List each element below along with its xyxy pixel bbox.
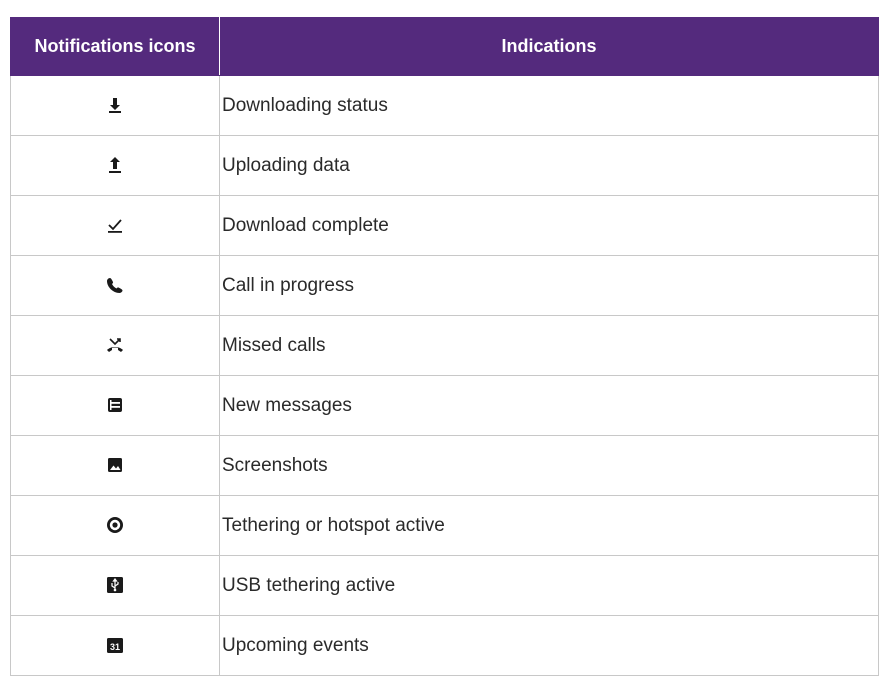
table-row: Downloading status xyxy=(10,75,879,136)
screenshot-image-icon xyxy=(106,456,124,474)
column-header-icons: Notifications icons xyxy=(10,17,220,76)
indication-text: Missed calls xyxy=(219,315,879,376)
table-header-row: Notifications icons Indications xyxy=(10,17,879,76)
calendar-icon-text: 31 xyxy=(110,642,120,652)
table-row: Missed calls xyxy=(10,315,879,376)
indication-text: Tethering or hotspot active xyxy=(219,495,879,556)
missed-call-icon xyxy=(106,336,124,354)
indication-text: Downloading status xyxy=(219,75,879,136)
table-row: 31 Upcoming events xyxy=(10,615,879,676)
usb-icon xyxy=(106,576,124,594)
table-row: Tethering or hotspot active xyxy=(10,495,879,556)
download-complete-check-icon xyxy=(106,216,124,234)
table-row: USB tethering active xyxy=(10,555,879,616)
indication-text: USB tethering active xyxy=(219,555,879,616)
hotspot-icon xyxy=(106,516,124,534)
indication-text: New messages xyxy=(219,375,879,436)
upload-arrow-icon xyxy=(106,156,124,174)
message-icon xyxy=(106,396,124,414)
indication-text: Call in progress xyxy=(219,255,879,316)
table-row: Screenshots xyxy=(10,435,879,496)
table-row: New messages xyxy=(10,375,879,436)
calendar-icon: 31 xyxy=(106,636,124,654)
table-row: Download complete xyxy=(10,195,879,256)
download-arrow-icon xyxy=(106,96,124,114)
table-row: Call in progress xyxy=(10,255,879,316)
notification-icons-table: Notifications icons Indications Download… xyxy=(10,17,879,676)
column-header-indications: Indications xyxy=(219,17,879,76)
indication-text: Uploading data xyxy=(219,135,879,196)
indication-text: Upcoming events xyxy=(219,615,879,676)
phone-call-icon xyxy=(106,276,124,294)
indication-text: Download complete xyxy=(219,195,879,256)
table-row: Uploading data xyxy=(10,135,879,196)
indication-text: Screenshots xyxy=(219,435,879,496)
